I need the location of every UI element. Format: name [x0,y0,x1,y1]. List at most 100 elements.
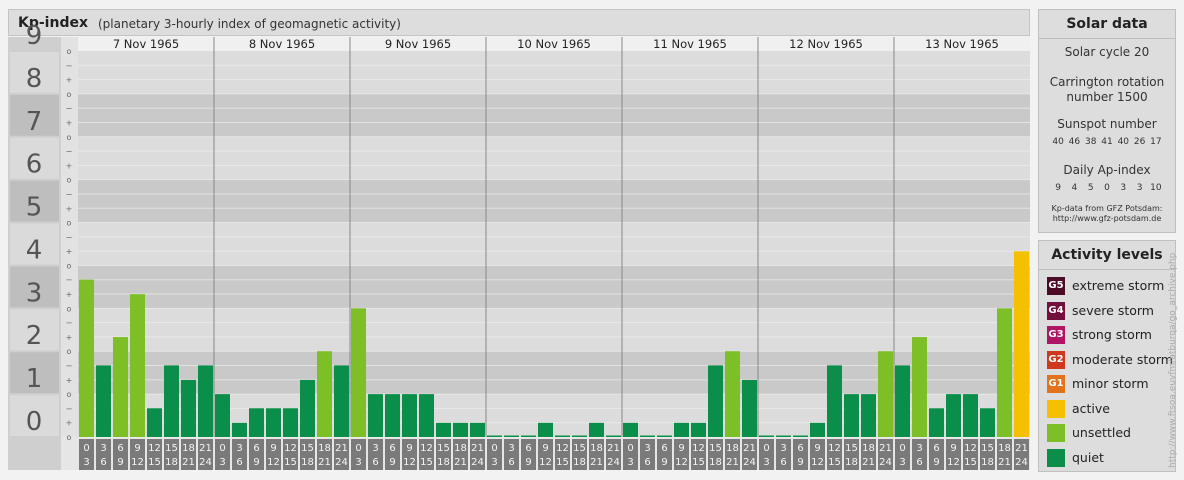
hour-tick-start: 21 [607,443,620,454]
kp-bar [453,422,468,437]
hour-tick-start: 9 [270,443,276,454]
hour-tick-end: 6 [508,457,514,468]
hour-tick-end: 12 [267,457,280,468]
hour-tick-start: 0 [491,443,497,454]
kp-bar [1014,251,1029,437]
hour-tick-end: 9 [253,457,259,468]
hour-tick-start: 3 [100,443,106,454]
hour-tick-end: 24 [1015,457,1028,468]
y-minor-tick: o [67,347,72,356]
hour-tick-end: 12 [947,457,960,468]
kp-bar [623,422,638,437]
day-label: 11 Nov 1965 [653,37,727,51]
y-minor-tick: o [67,47,72,56]
kp-bar [742,379,757,437]
ap-value-5: 3 [1136,183,1143,193]
hour-tick-start: 15 [573,443,586,454]
hour-tick-start: 6 [525,443,531,454]
hour-tick-start: 12 [556,443,569,454]
hour-tick-end: 18 [437,457,450,468]
hour-tick-start: 18 [318,443,331,454]
hour-tick-end: 12 [403,457,416,468]
y-tick-label: 3 [26,278,43,308]
kp-bar [215,394,230,437]
sunspot-values: 40 46 38 41 40 26 17 [1039,137,1175,147]
hour-tick-start: 15 [845,443,858,454]
hour-tick-end: 6 [644,457,650,468]
kp-bar [249,408,264,437]
grid-band [78,308,1030,352]
hour-tick-end: 9 [797,457,803,468]
hour-tick-end: 15 [556,457,569,468]
kp-bar [317,351,332,437]
hour-tick-start: 18 [862,443,875,454]
kp-bar [181,379,196,437]
sunspot-value-2: 38 [1084,137,1097,147]
sunspot-label: Sunspot number [1057,117,1157,131]
y-minor-tick: o [67,133,72,142]
grid-band [78,179,1030,223]
y-minor-tick: + [66,419,73,428]
kp-bar [946,394,961,437]
kp-bar [878,351,893,437]
kp-bar [606,435,621,437]
kp-bar [640,435,655,437]
y-minor-tick: + [66,376,73,385]
hour-tick-end: 18 [165,457,178,468]
hour-tick-start: 6 [389,443,395,454]
hour-tick-end: 21 [590,457,603,468]
hour-tick-start: 3 [644,443,650,454]
hour-tick-end: 9 [525,457,531,468]
level-label: quiet [1072,449,1104,465]
kp-bar [113,337,128,437]
hour-tick-start: 0 [899,443,905,454]
hour-tick-end: 15 [692,457,705,468]
hour-tick-start: 21 [335,443,348,454]
hour-tick-start: 21 [743,443,756,454]
grid-band [78,222,1030,266]
kp-bar [555,435,570,437]
ap-value-6: 10 [1150,183,1162,193]
hour-tick-start: 15 [437,443,450,454]
hour-tick-start: 3 [780,443,786,454]
activity-levels-box: Activity levels G5 extreme storm G4 severe … [1038,240,1176,472]
kp-bar [147,408,162,437]
y-minor-tick: − [66,233,73,242]
day-label: 8 Nov 1965 [249,37,315,51]
y-minor-tick: o [67,219,72,228]
grid-band [78,136,1030,180]
hour-tick-start: 12 [692,443,705,454]
hour-tick-end: 6 [372,457,378,468]
hour-tick-end: 21 [726,457,739,468]
level-label: strong storm [1072,327,1152,342]
kp-bar [334,365,349,437]
hour-tick-start: 12 [828,443,841,454]
level-label: unsettled [1072,425,1131,440]
y-minor-tick: o [67,90,72,99]
credit-line2: http://www.gfz-potsdam.de [1052,214,1162,223]
hour-tick-end: 18 [573,457,586,468]
hour-tick-start: 9 [814,443,820,454]
y-minor-tick: + [66,204,73,213]
sunspot-value-5: 26 [1133,137,1146,147]
hour-tick-end: 3 [491,457,497,468]
hour-tick-start: 18 [726,443,739,454]
y-tick-label: 7 [26,107,43,137]
ap-value-1: 4 [1071,183,1078,193]
kp-bar [79,279,94,437]
hour-tick-start: 0 [763,443,769,454]
hour-tick-end: 6 [236,457,242,468]
hour-tick-start: 12 [964,443,977,454]
hour-tick-end: 21 [998,457,1011,468]
level-swatch: G4 [1047,301,1065,320]
y-minor-tick: + [66,76,73,85]
kp-bar [912,337,927,437]
sunspot-value-1: 46 [1068,137,1081,147]
hour-tick-end: 9 [117,457,123,468]
y-minor-tick: o [67,433,72,442]
hour-tick-start: 0 [627,443,633,454]
hour-tick-end: 24 [607,457,620,468]
kp-bar [997,308,1012,437]
level-swatch: G2 [1047,350,1065,369]
kp-bar [266,408,281,437]
